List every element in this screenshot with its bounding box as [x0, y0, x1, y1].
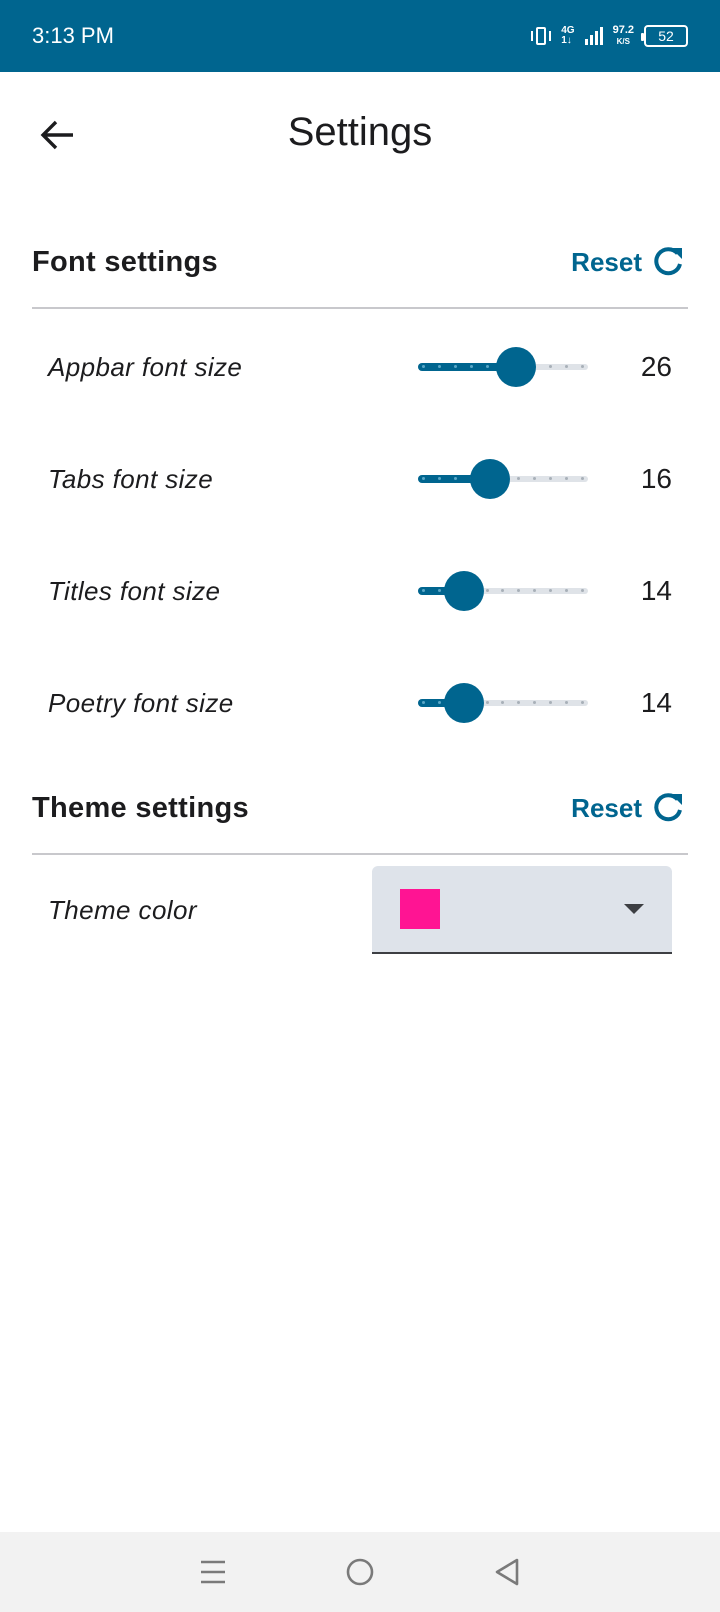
battery-icon: 52	[641, 25, 688, 47]
theme-settings-header: Theme settings Reset	[32, 778, 688, 838]
slider-thumb[interactable]	[470, 459, 510, 499]
font-reset-button[interactable]: Reset	[571, 244, 688, 280]
network-type: 4G 1↓	[561, 26, 574, 46]
home-button[interactable]	[340, 1552, 380, 1592]
network-activity-label: 1↓	[561, 35, 572, 46]
status-bar: 3:13 PM 4G 1↓ 97.2 K/S 52	[0, 0, 720, 72]
app-bar: Settings	[0, 72, 720, 202]
status-time: 3:13 PM	[32, 23, 114, 48]
triangle-back-icon	[495, 1558, 518, 1586]
row-value: 14	[640, 687, 672, 718]
slider-thumb[interactable]	[444, 571, 484, 611]
menu-icon	[201, 1560, 226, 1584]
row-value: 14	[640, 575, 672, 606]
font-row-poetry: Poetry font size 14	[48, 673, 672, 733]
refresh-icon	[654, 247, 682, 276]
theme-settings-title: Theme settings	[32, 791, 249, 824]
titles-font-slider[interactable]	[418, 569, 588, 613]
battery-level: 52	[658, 28, 674, 44]
theme-reset-button[interactable]: Reset	[571, 790, 688, 826]
nav-back-button[interactable]	[487, 1552, 527, 1592]
poetry-font-slider[interactable]	[418, 681, 588, 725]
row-value: 26	[640, 351, 672, 382]
row-label: Poetry font size	[48, 687, 234, 718]
speed-value: 97.2	[612, 24, 634, 36]
font-settings-title: Font settings	[32, 245, 218, 278]
network-speed: 97.2 K/S	[613, 25, 634, 47]
system-nav-bar	[0, 1532, 720, 1612]
caret-down-icon	[624, 904, 644, 914]
font-reset-label: Reset	[571, 246, 642, 277]
tabs-font-slider[interactable]	[418, 457, 588, 501]
slider-thumb[interactable]	[496, 347, 536, 387]
row-label: Appbar font size	[48, 351, 243, 382]
appbar-font-slider[interactable]	[418, 345, 588, 389]
font-row-tabs: Tabs font size 16	[48, 449, 672, 509]
font-row-appbar: Appbar font size 26	[48, 337, 672, 397]
color-swatch	[400, 889, 440, 929]
font-settings-header: Font settings Reset	[32, 232, 688, 292]
speed-unit: K/S	[616, 37, 630, 46]
recents-button[interactable]	[193, 1552, 233, 1592]
slider-thumb[interactable]	[444, 683, 484, 723]
font-settings-divider	[32, 307, 688, 309]
status-icons: 4G 1↓ 97.2 K/S 52	[531, 25, 688, 47]
row-value: 16	[640, 463, 672, 494]
row-label: Tabs font size	[48, 463, 214, 494]
theme-color-dropdown[interactable]	[372, 866, 672, 954]
signal-icon	[584, 27, 603, 45]
theme-settings-divider	[32, 853, 688, 855]
theme-color-label: Theme color	[48, 894, 197, 925]
font-row-titles: Titles font size 14	[48, 561, 672, 621]
vibrate-icon	[531, 25, 552, 47]
page-title: Settings	[287, 110, 433, 154]
refresh-icon	[654, 793, 682, 822]
circle-home-icon	[346, 1558, 374, 1586]
theme-reset-label: Reset	[571, 792, 642, 823]
row-label: Titles font size	[48, 575, 221, 606]
